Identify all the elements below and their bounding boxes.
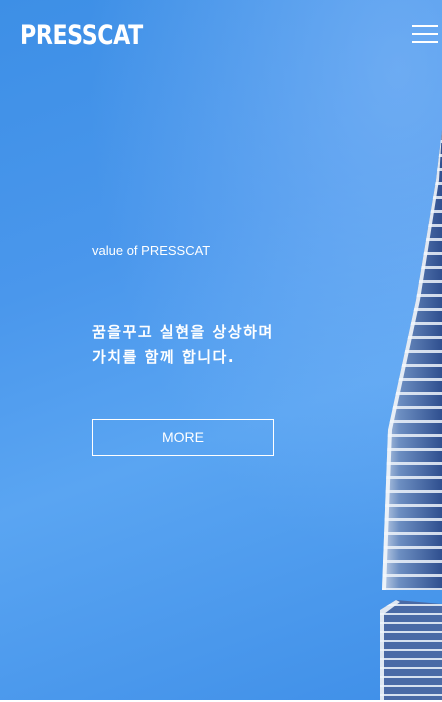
more-button[interactable]: MORE xyxy=(92,419,274,456)
hero-headline-line-1: 꿈을꾸고 실현을 상상하며 xyxy=(92,323,274,341)
hero-subtitle: value of PRESSCAT xyxy=(92,243,211,258)
hero-headline-line-2: 가치를 함께 합니다. xyxy=(92,348,236,366)
hero-headline: 꿈을꾸고 실현을 상상하며 가치를 함께 합니다. xyxy=(92,320,352,370)
menu-button[interactable] xyxy=(412,23,438,45)
building-image xyxy=(380,130,442,700)
site-logo[interactable]: PRESSCAT xyxy=(20,20,143,51)
hamburger-menu-icon xyxy=(412,25,438,27)
hero-section: PRESSCAT value of PRESSCAT 꿈을꾸고 실현을 상상하며… xyxy=(0,0,442,700)
